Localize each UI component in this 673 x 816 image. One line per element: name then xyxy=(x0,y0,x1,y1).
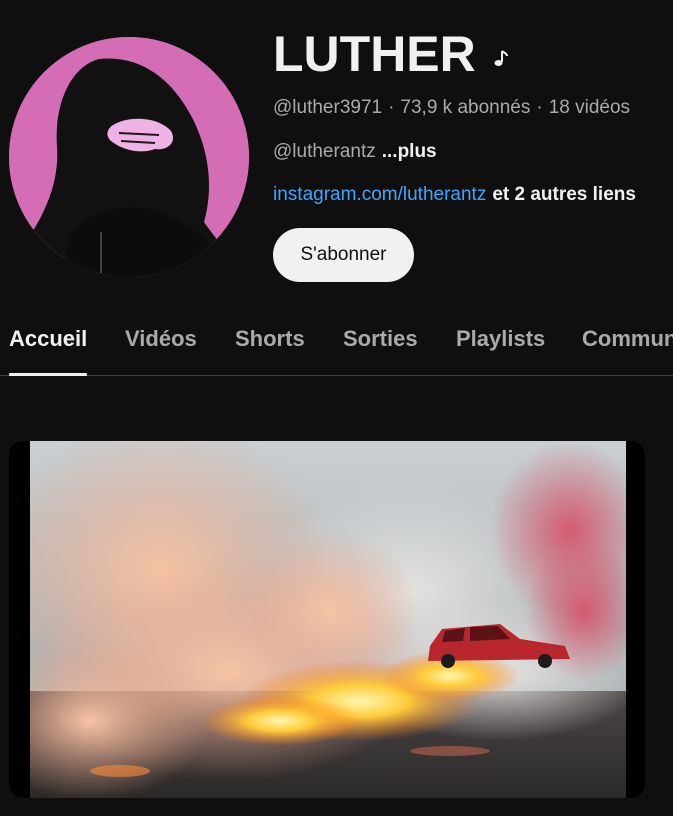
channel-name: LUTHER xyxy=(273,26,476,82)
music-note-icon xyxy=(492,50,508,68)
channel-page: LUTHER @luther3971 · 73,9 k abonnés · 18… xyxy=(0,0,673,816)
instagram-link[interactable]: instagram.com/lutherantz xyxy=(273,184,486,205)
tab-shorts[interactable]: Shorts xyxy=(235,326,305,376)
channel-title-row: LUTHER xyxy=(273,24,673,84)
channel-avatar[interactable] xyxy=(9,37,249,277)
description-more-button[interactable]: ...plus xyxy=(382,141,437,162)
channel-meta: @luther3971 · 73,9 k abonnés · 18 vidéos xyxy=(273,97,673,119)
tab-playlists[interactable]: Playlists xyxy=(456,326,545,376)
tab-community[interactable]: Communauté xyxy=(582,326,673,376)
tab-videos[interactable]: Vidéos xyxy=(125,326,197,376)
video-thumbnail-image xyxy=(30,441,626,798)
other-links-button[interactable]: et 2 autres liens xyxy=(492,184,636,205)
meta-separator: · xyxy=(388,97,395,118)
channel-handle: @luther3971 xyxy=(273,97,383,118)
hooded-figure-avatar-image xyxy=(9,37,249,277)
subscribe-button[interactable]: S'abonner xyxy=(273,228,414,282)
channel-tabs: Accueil Vidéos Shorts Sorties Playlists … xyxy=(0,322,673,376)
meta-separator: · xyxy=(536,97,543,118)
video-count: 18 vidéos xyxy=(548,97,631,118)
channel-description[interactable]: @lutherantz ...plus xyxy=(273,141,673,163)
channel-links: instagram.com/lutherantz et 2 autres lien… xyxy=(273,184,673,206)
tab-home[interactable]: Accueil xyxy=(9,326,88,376)
video-frame[interactable] xyxy=(30,441,626,798)
tab-releases[interactable]: Sorties xyxy=(343,326,418,376)
description-text: @lutherantz xyxy=(273,141,376,162)
channel-info: LUTHER @luther3971 · 73,9 k abonnés · 18… xyxy=(273,24,673,282)
featured-video-player[interactable] xyxy=(9,441,645,798)
subscriber-count: 73,9 k abonnés xyxy=(400,97,531,118)
